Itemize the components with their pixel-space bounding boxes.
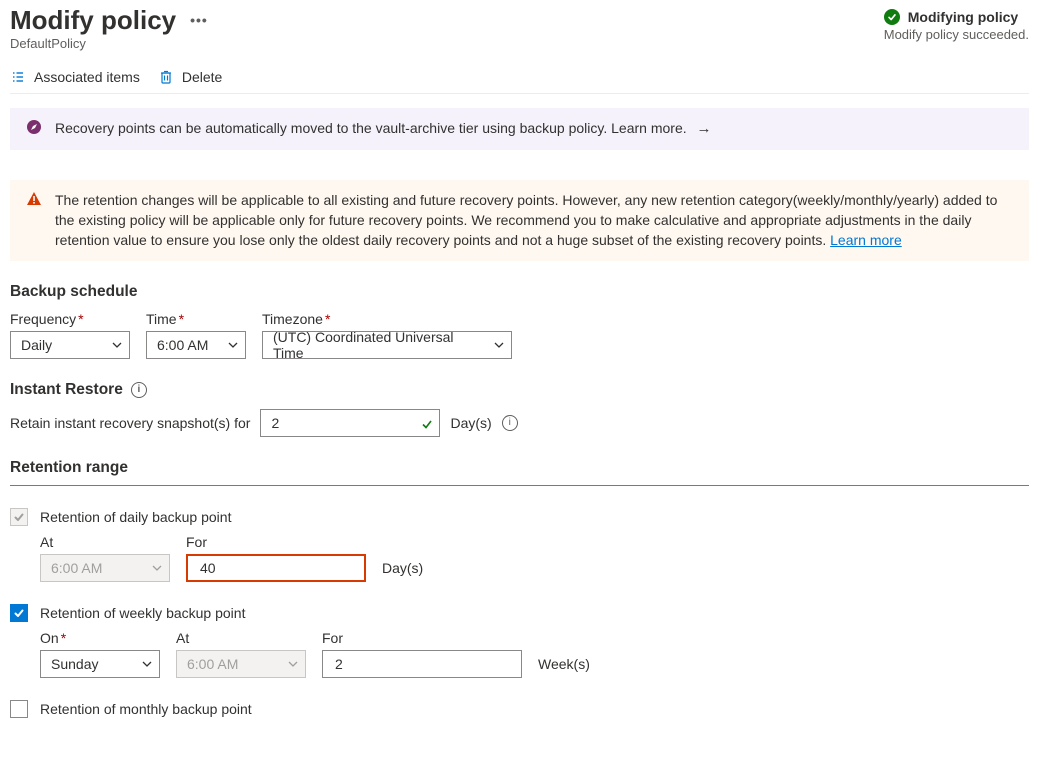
- weekly-on-label: On*: [40, 630, 160, 646]
- delete-icon: [158, 69, 174, 85]
- timezone-label: Timezone*: [262, 311, 512, 327]
- arrow-right-icon[interactable]: →: [697, 120, 712, 137]
- chevron-down-icon: [493, 339, 505, 351]
- info-icon[interactable]: i: [131, 382, 147, 398]
- command-bar: Associated items Delete: [10, 69, 1029, 94]
- archive-info-banner: Recovery points can be automatically mov…: [10, 108, 1029, 150]
- chevron-down-icon: [287, 658, 299, 670]
- learn-more-link[interactable]: Learn more: [830, 232, 902, 248]
- page-title-text: Modify policy: [10, 5, 176, 36]
- instant-restore-heading: Instant Restore i: [10, 381, 1029, 399]
- check-icon: [421, 417, 433, 429]
- instant-days-value: 2: [271, 415, 279, 431]
- daily-at-value: 6:00 AM: [51, 560, 102, 576]
- retention-range-heading: Retention range: [10, 459, 1029, 486]
- daily-retention-checkbox: [10, 508, 28, 526]
- monthly-retention-title: Retention of monthly backup point: [40, 701, 252, 717]
- timezone-select[interactable]: (UTC) Coordinated Universal Time: [262, 331, 512, 359]
- frequency-value: Daily: [21, 337, 52, 353]
- status-block: Modifying policy Modify policy succeeded…: [884, 9, 1029, 42]
- weekly-retention-checkbox[interactable]: [10, 604, 28, 622]
- frequency-label: Frequency*: [10, 311, 130, 327]
- weekly-on-value: Sunday: [51, 656, 98, 672]
- weekly-for-label: For: [322, 630, 522, 646]
- weekly-at-label: At: [176, 630, 306, 646]
- daily-retention-title: Retention of daily backup point: [40, 509, 231, 525]
- instant-days-select[interactable]: 2: [260, 409, 440, 437]
- weekly-retention-title: Retention of weekly backup point: [40, 605, 245, 621]
- frequency-select[interactable]: Daily: [10, 331, 130, 359]
- time-value: 6:00 AM: [157, 337, 208, 353]
- status-message: Modify policy succeeded.: [884, 27, 1029, 42]
- backup-schedule-heading: Backup schedule: [10, 283, 1029, 301]
- weekly-at-select: 6:00 AM: [176, 650, 306, 678]
- daily-at-label: At: [40, 534, 170, 550]
- instant-days-suffix: Day(s): [450, 415, 491, 431]
- delete-label: Delete: [182, 69, 222, 85]
- associated-items-label: Associated items: [34, 69, 140, 85]
- chevron-down-icon: [227, 339, 239, 351]
- chevron-down-icon: [111, 339, 123, 351]
- instant-retain-label: Retain instant recovery snapshot(s) for: [10, 415, 250, 431]
- time-label: Time*: [146, 311, 246, 327]
- list-icon: [10, 69, 26, 85]
- weekly-suffix: Week(s): [538, 650, 590, 678]
- monthly-retention-checkbox[interactable]: [10, 700, 28, 718]
- daily-at-select: 6:00 AM: [40, 554, 170, 582]
- success-icon: [884, 9, 900, 25]
- status-title: Modifying policy: [908, 9, 1018, 25]
- page-title: Modify policy •••: [10, 5, 884, 36]
- timezone-value: (UTC) Coordinated Universal Time: [273, 329, 485, 361]
- archive-banner-text: Recovery points can be automatically mov…: [55, 120, 687, 136]
- daily-for-input[interactable]: [186, 554, 366, 582]
- compass-icon: [25, 118, 43, 136]
- policy-name-subtitle: DefaultPolicy: [10, 36, 884, 51]
- more-actions-button[interactable]: •••: [190, 12, 208, 28]
- retention-warning-banner: The retention changes will be applicable…: [10, 180, 1029, 261]
- weekly-at-value: 6:00 AM: [187, 656, 238, 672]
- daily-suffix: Day(s): [382, 554, 423, 582]
- associated-items-button[interactable]: Associated items: [10, 69, 140, 85]
- weekly-for-input[interactable]: [322, 650, 522, 678]
- info-icon[interactable]: i: [502, 415, 518, 431]
- time-select[interactable]: 6:00 AM: [146, 331, 246, 359]
- chevron-down-icon: [151, 562, 163, 574]
- daily-for-label: For: [186, 534, 366, 550]
- weekly-on-select[interactable]: Sunday: [40, 650, 160, 678]
- chevron-down-icon: [141, 658, 153, 670]
- warning-icon: [25, 190, 43, 208]
- delete-button[interactable]: Delete: [158, 69, 222, 85]
